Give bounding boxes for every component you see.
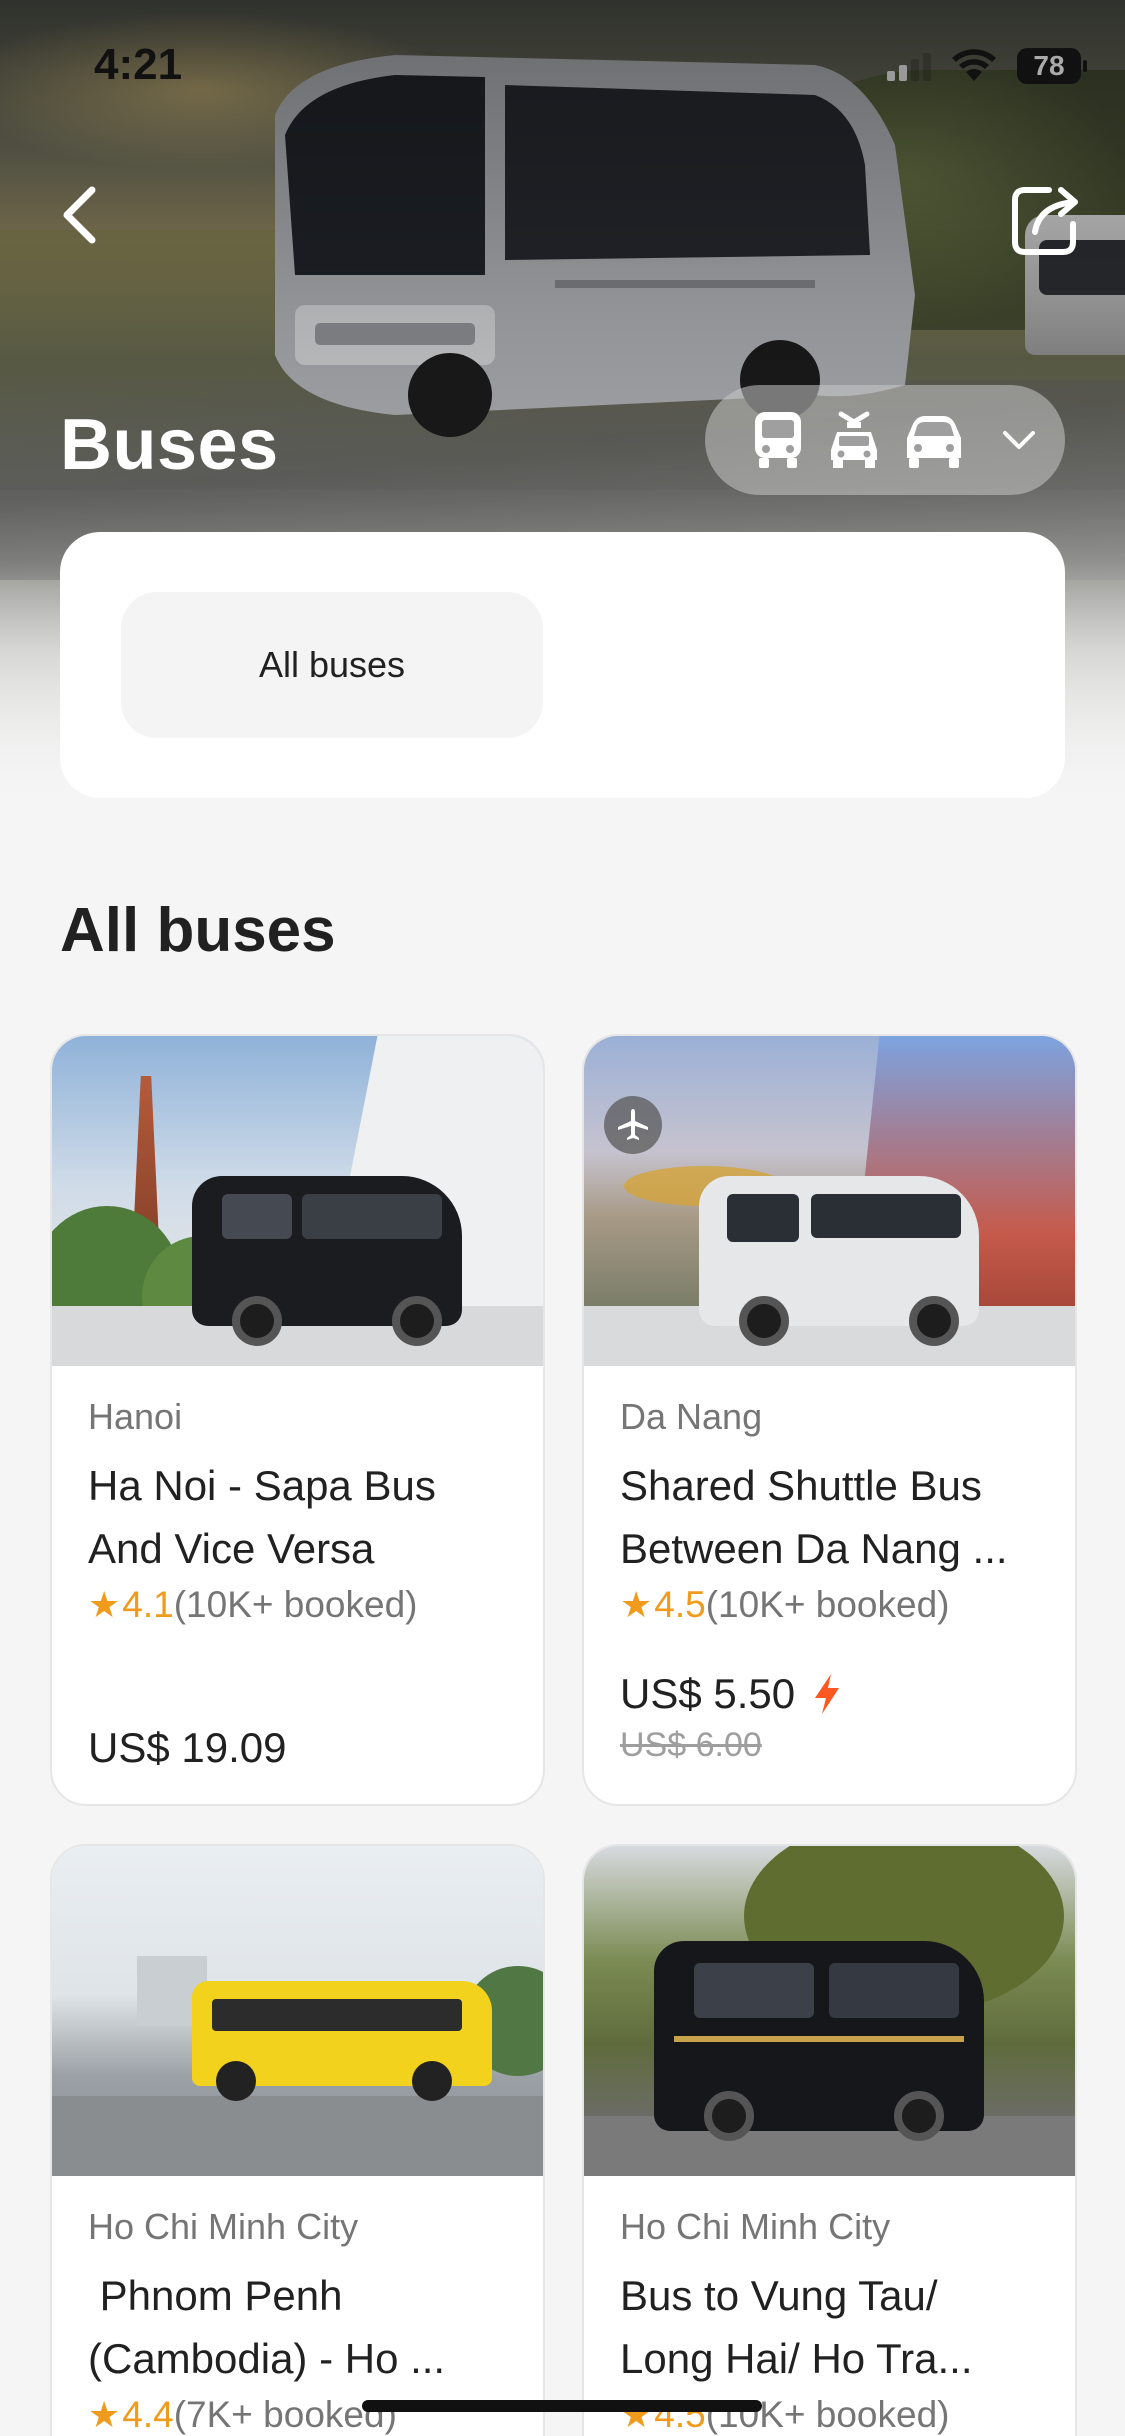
signal-icon — [887, 53, 931, 81]
cable-car-icon — [831, 411, 877, 468]
rating-score: 4.5 — [654, 1584, 706, 1625]
product-card[interactable]: Hanoi Ha Noi - Sapa Bus And Vice Versa ★… — [50, 1034, 545, 1806]
product-title: Ha Noi - Sapa Bus And Vice Versa — [88, 1462, 436, 1572]
product-card[interactable]: Ho Chi Minh City Bus to Vung Tau/ Long H… — [582, 1844, 1077, 2436]
section-title: All buses — [60, 896, 336, 965]
battery-indicator: 78 — [1017, 48, 1087, 84]
product-image — [584, 1846, 1075, 2176]
bus-icon — [755, 412, 801, 468]
vehicle-type-switch[interactable] — [705, 385, 1065, 495]
star-icon: ★ — [88, 2394, 121, 2435]
product-rating: ★ 4.5 (10K+ booked) — [620, 1584, 1039, 1626]
wifi-icon — [952, 49, 996, 81]
product-rating: ★ 4.1 (10K+ booked) — [88, 1584, 507, 1626]
chevron-down-icon — [1003, 431, 1035, 449]
product-card[interactable]: Da Nang Shared Shuttle Bus Between Da Na… — [582, 1034, 1077, 1806]
flash-deal-icon — [815, 1674, 840, 1714]
product-price: US$ 5.50 — [620, 1670, 1039, 1718]
car-icon — [907, 416, 961, 468]
product-title: Shared Shuttle Bus Between Da Nang ... — [620, 1462, 1008, 1572]
booked-count: (10K+ booked) — [705, 1584, 950, 1625]
status-time: 4:21 — [94, 40, 183, 89]
product-city: Ho Chi Minh City — [620, 2206, 891, 2247]
booked-count: (10K+ booked) — [173, 1584, 418, 1625]
product-image — [584, 1036, 1075, 1366]
share-icon[interactable] — [1005, 180, 1085, 260]
price-value: US$ 5.50 — [620, 1670, 796, 1717]
product-city: Da Nang — [620, 1396, 763, 1437]
rating-score: 4.1 — [122, 1584, 174, 1625]
price-value: US$ 19.09 — [88, 1724, 287, 1771]
product-image — [52, 1846, 543, 2176]
airplane-icon — [604, 1096, 662, 1154]
product-image — [52, 1036, 543, 1366]
product-city: Hanoi — [88, 1396, 183, 1437]
star-icon: ★ — [620, 1584, 653, 1625]
status-icons: 78 — [887, 48, 1087, 84]
filter-card: All buses — [60, 532, 1065, 798]
rating-score: 4.4 — [122, 2394, 174, 2435]
back-arrow-icon[interactable] — [52, 180, 112, 250]
original-price: US$ 6.00 — [620, 1726, 762, 1764]
home-indicator[interactable] — [362, 2400, 762, 2412]
star-icon: ★ — [88, 1584, 121, 1625]
product-price: US$ 19.09 — [88, 1724, 507, 1772]
product-title: Bus to Vung Tau/ Long Hai/ Ho Tra... — [620, 2272, 973, 2382]
product-city: Ho Chi Minh City — [88, 2206, 359, 2247]
product-title: Phnom Penh (Cambodia) - Ho ... — [88, 2272, 446, 2382]
page-title: Buses — [60, 405, 279, 485]
filter-chip-all-buses[interactable]: All buses — [121, 592, 543, 738]
product-card[interactable]: Ho Chi Minh City Phnom Penh (Cambodia) -… — [50, 1844, 545, 2436]
